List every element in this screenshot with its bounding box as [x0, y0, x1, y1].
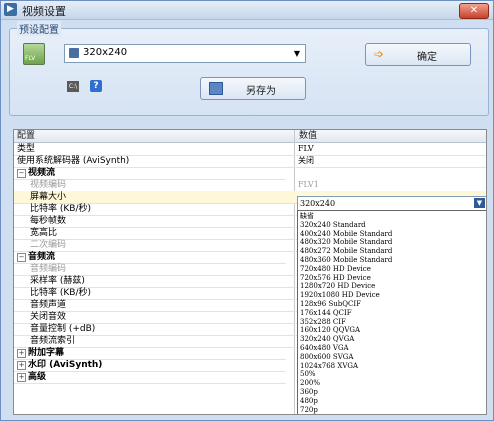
property-name: 采样率 (赫兹) [30, 276, 85, 286]
screen-size-input[interactable]: 320x240 ▼ [297, 196, 486, 211]
property-name: 宽高比 [30, 228, 58, 238]
property-name: 音频声道 [30, 300, 67, 310]
screen-size-option[interactable]: 320x240 QVGA [300, 335, 354, 344]
screen-size-option[interactable]: 720x576 HD Device [300, 274, 371, 283]
screen-size-value: 320x240 [300, 199, 336, 208]
save-as-button[interactable]: 另存为 [200, 77, 306, 100]
close-button[interactable]: ✕ [459, 3, 489, 19]
property-name: 使用系统解码器 (AviSynth) [17, 156, 130, 166]
video-settings-window: ▶ 视频设置 ✕ 预设配置 320x240 ▼ ➩ 确定 C:\ ? 另存为 配… [0, 0, 494, 421]
screen-size-option[interactable]: 400x240 Mobile Standard [300, 230, 392, 239]
help-icon[interactable]: ? [90, 80, 102, 92]
property-value[interactable]: 关闭 [298, 155, 314, 167]
screen-size-option[interactable]: 1280x720 HD Device [300, 282, 375, 291]
property-name: 视频流 [28, 168, 56, 178]
screen-size-dropdown-list[interactable]: 缺省 320x240 Standard 400x240 Mobile Standar… [297, 210, 486, 414]
save-icon [209, 82, 223, 95]
property-name: 音频流 [28, 252, 56, 262]
preset-select-value: 320x240 [83, 47, 128, 58]
save-as-label: 另存为 [246, 86, 276, 97]
expand-icon[interactable]: + [17, 349, 26, 358]
header-value: 数值 [299, 131, 318, 141]
screen-size-option[interactable]: 缺省 [300, 212, 314, 221]
expand-icon[interactable]: + [17, 373, 26, 382]
expand-icon[interactable]: + [17, 361, 26, 370]
screen-size-option[interactable]: 480p [300, 397, 318, 406]
flv-format-icon [23, 43, 45, 65]
property-name: 类型 [17, 144, 36, 154]
screen-size-option[interactable]: 1920x1080 HD Device [300, 291, 380, 300]
screen-size-option[interactable]: 480x360 Mobile Standard [300, 256, 392, 265]
screen-size-option[interactable]: 720x480 HD Device [300, 265, 371, 274]
screen-size-option[interactable]: 200% [300, 379, 320, 388]
screen-size-option[interactable]: 480x320 Mobile Standard [300, 238, 392, 247]
property-grid[interactable]: 配置 数值 类型 FLV 使用系统解码器 (AviSynth) 关闭 − 视频流 视频编码 F… [13, 129, 487, 415]
app-icon: ▶ [4, 3, 17, 16]
property-name: 比特率 (KB/秒) [30, 288, 91, 298]
screen-size-option[interactable]: 1024x768 XVGA [300, 362, 358, 371]
dropdown-arrow-icon[interactable]: ▼ [474, 198, 485, 208]
property-name: 音频流索引 [30, 336, 76, 346]
property-name: 二次编码 [30, 240, 67, 250]
property-name: 水印 (AviSynth) [28, 360, 103, 370]
title-bar: ▶ 视频设置 ✕ [1, 1, 493, 20]
header-config: 配置 [17, 131, 36, 141]
command-line-icon[interactable]: C:\ [67, 81, 79, 92]
property-value[interactable]: FLV1 [298, 179, 319, 191]
category-row[interactable]: + 高级 [14, 371, 286, 384]
chevron-down-icon[interactable]: ▼ [290, 46, 304, 61]
screen-size-option[interactable]: 480x272 Mobile Standard [300, 247, 392, 256]
collapse-icon[interactable]: − [17, 253, 26, 262]
property-name: 附加字幕 [28, 348, 65, 358]
property-name: 音量控制 (+dB) [30, 324, 96, 334]
screen-size-option[interactable]: 360p [300, 388, 318, 397]
screen-size-option[interactable]: 128x96 SubQCIF [300, 300, 361, 309]
property-name: 视频编码 [30, 180, 67, 190]
preset-group [9, 28, 489, 116]
property-name: 屏幕大小 [30, 192, 67, 202]
ok-button[interactable]: ➩ 确定 [365, 43, 471, 66]
screen-size-option[interactable]: 720p [300, 406, 318, 414]
collapse-icon[interactable]: − [17, 169, 26, 178]
property-name: 音频编码 [30, 264, 67, 274]
screen-size-option[interactable]: 320x240 Standard [300, 221, 366, 230]
screen-size-option[interactable]: 50% [300, 370, 316, 379]
screen-size-option[interactable]: 800x600 SVGA [300, 353, 353, 362]
screen-size-option[interactable]: 640x480 VGA [300, 344, 349, 353]
property-value[interactable]: FLV [298, 143, 314, 155]
preset-select[interactable]: 320x240 ▼ [64, 44, 306, 63]
screen-size-option[interactable]: 352x288 CIF [300, 318, 346, 327]
window-title: 视频设置 [22, 5, 66, 18]
preset-item-icon [69, 48, 79, 58]
screen-size-option[interactable]: 176x144 QCIF [300, 309, 352, 318]
arrow-right-icon: ➩ [374, 47, 385, 61]
property-name: 高级 [28, 372, 47, 382]
property-name: 比特率 (KB/秒) [30, 204, 91, 214]
grid-header: 配置 数值 [14, 130, 486, 143]
ok-button-label: 确定 [417, 52, 437, 63]
property-name: 每秒帧数 [30, 216, 67, 226]
screen-size-option[interactable]: 160x120 QQVGA [300, 326, 360, 335]
preset-legend: 预设配置 [17, 21, 61, 36]
property-name: 关闭音效 [30, 312, 67, 322]
